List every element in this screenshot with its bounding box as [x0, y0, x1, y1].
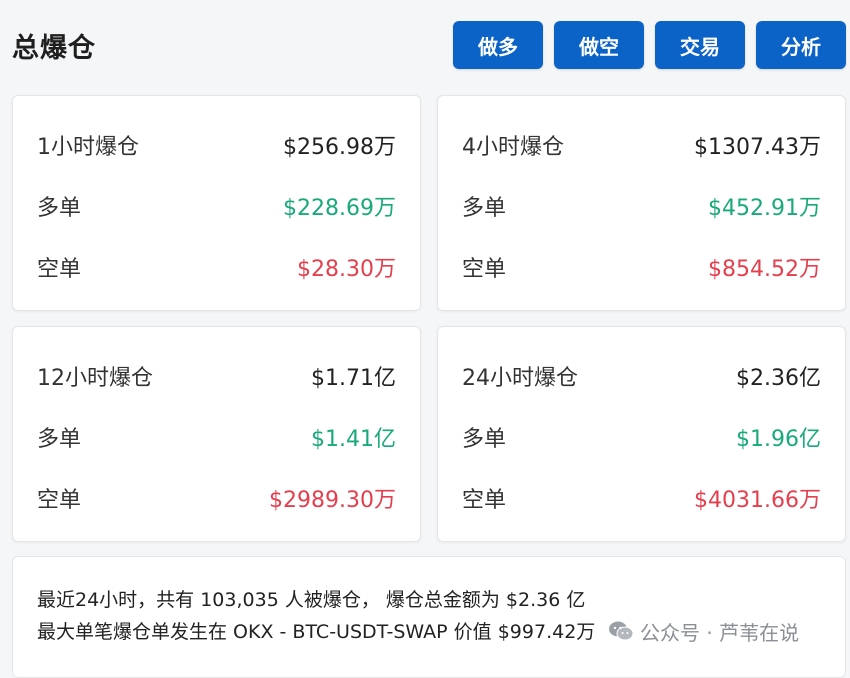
total-value: $1.71亿: [311, 366, 396, 391]
total-value: $1307.43万: [694, 135, 821, 160]
long-row: 多单 $1.41亿: [13, 417, 420, 457]
short-row: 空单 $2989.30万: [13, 478, 420, 518]
card-1h: 1小时爆仓 $256.98万 多单 $228.69万 空单 $28.30万: [12, 95, 421, 311]
short-value: $2989.30万: [269, 488, 396, 513]
go-long-button[interactable]: 做多: [453, 21, 543, 69]
summary-line-1: 最近24小时，共有 103,035 人被爆仓， 爆仓总金额为 $2.36 亿: [37, 589, 586, 611]
short-label: 空单: [462, 257, 507, 282]
short-label: 空单: [37, 488, 82, 513]
card-4h: 4小时爆仓 $1307.43万 多单 $452.91万 空单 $854.52万: [437, 95, 846, 311]
page-title: 总爆仓: [12, 33, 96, 64]
long-label: 多单: [37, 196, 82, 221]
long-value: $228.69万: [283, 196, 396, 221]
trade-button[interactable]: 交易: [655, 21, 745, 69]
go-short-button[interactable]: 做空: [554, 21, 644, 69]
long-row: 多单 $452.91万: [438, 186, 845, 226]
total-row: 24小时爆仓 $2.36亿: [438, 356, 845, 396]
long-label: 多单: [462, 196, 507, 221]
total-value: $256.98万: [283, 135, 396, 160]
watermark: 公众号 · 芦苇在说: [608, 616, 799, 646]
short-row: 空单 $854.52万: [438, 247, 845, 287]
short-row: 空单 $28.30万: [13, 247, 420, 287]
total-label: 24小时爆仓: [462, 366, 578, 391]
total-row: 1小时爆仓 $256.98万: [13, 125, 420, 165]
long-value: $1.96亿: [736, 427, 821, 452]
total-label: 1小时爆仓: [37, 135, 139, 160]
total-row: 12小时爆仓 $1.71亿: [13, 356, 420, 396]
header: 总爆仓 做多 做空 交易 分析: [0, 0, 850, 90]
short-row: 空单 $4031.66万: [438, 478, 845, 518]
card-12h: 12小时爆仓 $1.71亿 多单 $1.41亿 空单 $2989.30万: [12, 326, 421, 542]
short-label: 空单: [37, 257, 82, 282]
long-label: 多单: [37, 427, 82, 452]
long-row: 多单 $1.96亿: [438, 417, 845, 457]
watermark-text: 公众号 · 芦苇在说: [640, 620, 800, 645]
total-label: 4小时爆仓: [462, 135, 564, 160]
summary-line-2: 最大单笔爆仓单发生在 OKX - BTC-USDT-SWAP 价值 $997.4…: [37, 621, 596, 643]
short-value: $4031.66万: [694, 488, 821, 513]
short-value: $28.30万: [297, 257, 396, 282]
total-value: $2.36亿: [736, 366, 821, 391]
long-value: $1.41亿: [311, 427, 396, 452]
analysis-button[interactable]: 分析: [756, 21, 846, 69]
short-label: 空单: [462, 488, 507, 513]
long-value: $452.91万: [708, 196, 821, 221]
short-value: $854.52万: [708, 257, 821, 282]
wechat-icon: [609, 621, 634, 641]
long-row: 多单 $228.69万: [13, 186, 420, 226]
total-label: 12小时爆仓: [37, 366, 153, 391]
card-24h: 24小时爆仓 $2.36亿 多单 $1.96亿 空单 $4031.66万: [437, 326, 846, 542]
total-row: 4小时爆仓 $1307.43万: [438, 125, 845, 165]
long-label: 多单: [462, 427, 507, 452]
